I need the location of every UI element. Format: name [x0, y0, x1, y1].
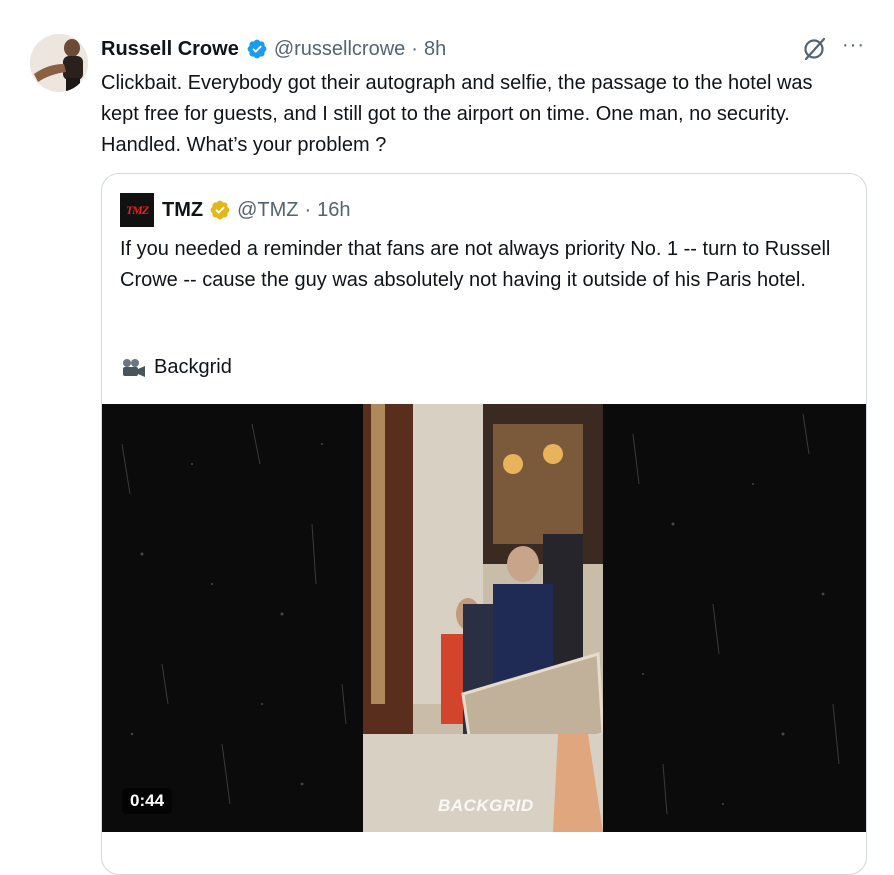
video-left-blur — [102, 404, 363, 832]
tmz-avatar[interactable]: TMZ — [120, 193, 154, 227]
quoted-tweet-header: TMZ TMZ @TMZ · 16h — [120, 193, 351, 227]
quoted-timestamp[interactable]: 16h — [317, 199, 350, 222]
video-frame — [363, 404, 603, 832]
quoted-tweet-text: If you needed a reminder that fans are n… — [120, 238, 831, 291]
author-avatar[interactable] — [30, 34, 88, 92]
tweet-header: Russell Crowe @russellcrowe · 8h — [101, 36, 854, 62]
tmz-logo-text: TMZ — [125, 202, 149, 217]
quoted-tweet-card[interactable]: TMZ TMZ @TMZ · 16h If you needed a remin… — [101, 173, 867, 875]
quoted-header-separator: · — [304, 198, 312, 221]
grok-icon[interactable] — [802, 36, 828, 62]
quoted-author-handle[interactable]: @TMZ — [237, 199, 298, 222]
photo-credit: Backgrid — [120, 352, 232, 383]
more-options-icon[interactable]: ··· — [842, 34, 868, 60]
gold-verified-badge-icon[interactable] — [209, 199, 231, 221]
video-player[interactable]: BACKGRID 0:44 — [102, 404, 866, 832]
video-watermark: BACKGRID — [438, 796, 534, 815]
credit-label: Backgrid — [154, 356, 232, 378]
header-separator: · — [411, 37, 418, 60]
video-still-image — [363, 404, 603, 832]
video-right-blur — [603, 404, 866, 832]
quoted-author-name[interactable]: TMZ — [162, 199, 203, 222]
tweet-text: Clickbait. Everybody got their autograph… — [101, 72, 813, 156]
video-duration: 0:44 — [122, 788, 173, 814]
author-handle[interactable]: @russellcrowe — [274, 38, 405, 61]
avatar-image — [30, 34, 88, 92]
author-name[interactable]: Russell Crowe — [101, 38, 239, 61]
tweet-timestamp[interactable]: 8h — [424, 38, 446, 61]
verified-badge-icon[interactable] — [246, 38, 268, 60]
movie-camera-icon — [123, 358, 145, 377]
